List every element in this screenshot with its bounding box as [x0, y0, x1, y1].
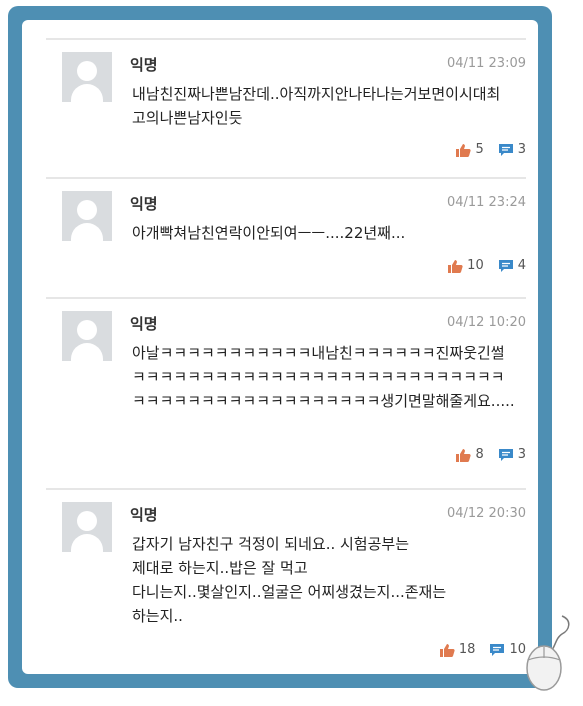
frame: 익명 04/11 23:09 내남친진짜나쁜남잔데..아직까지안나타나는거보면이…	[8, 6, 552, 688]
comment-author: 익명	[130, 56, 158, 74]
like-count: 5	[475, 142, 484, 157]
like-count: 8	[475, 447, 484, 462]
speech-bubble-icon[interactable]	[489, 643, 505, 657]
like-count: 10	[467, 258, 484, 273]
comment-stats: 8 3	[455, 447, 526, 462]
comment-text-line: 다니는지..몇살인지..얼굴은 어찌생겼는지...존재는	[132, 583, 447, 601]
comment-author: 익명	[130, 315, 158, 333]
comment-time: 04/12 20:30	[446, 506, 526, 521]
comment-stats: 5 3	[455, 142, 526, 157]
avatar	[62, 191, 112, 241]
comment-text-line: 갑자기 남자친구 걱정이 되네요.. 시험공부는	[132, 535, 410, 553]
reply-count: 3	[517, 447, 526, 462]
comment-text-line: 제대로 하는지..밥은 잘 먹고	[132, 559, 308, 577]
reply-count: 4	[517, 258, 526, 273]
thumbs-up-icon[interactable]	[455, 143, 472, 157]
comment-item: 익명 04/12 10:20 아날ㅋㅋㅋㅋㅋㅋㅋㅋㅋㅋㅋ내남친ㅋㅋㅋㅋㅋㅋ진짜웃…	[46, 297, 526, 469]
comment-list: 익명 04/11 23:09 내남친진짜나쁜남잔데..아직까지안나타나는거보면이…	[22, 20, 538, 674]
speech-bubble-icon[interactable]	[498, 143, 514, 157]
comment-text: 아날ㅋㅋㅋㅋㅋㅋㅋㅋㅋㅋㅋ내남친ㅋㅋㅋㅋㅋㅋ진짜웃긴썰ㅋㅋㅋㅋㅋㅋㅋㅋㅋㅋㅋㅋㅋ…	[132, 344, 515, 410]
comment-text: 내남친진짜나쁜남잔데..아직까지안나타나는거보면이시대최고의나쁜남자인듯	[132, 85, 501, 127]
comment-stats: 10 4	[447, 258, 526, 273]
comment-stats: 18 10	[439, 642, 526, 657]
speech-bubble-icon[interactable]	[498, 259, 514, 273]
comment-author: 익명	[130, 506, 158, 524]
comment-item: 익명 04/12 20:30 갑자기 남자친구 걱정이 되네요.. 시험공부는 …	[46, 488, 526, 670]
speech-bubble-icon[interactable]	[498, 448, 514, 462]
mouse-icon	[526, 615, 570, 691]
comment-text: 갑자기 남자친구 걱정이 되네요.. 시험공부는 제대로 하는지..밥은 잘 먹…	[132, 532, 522, 628]
comment-text-line: 하는지..	[132, 607, 183, 625]
thumbs-up-icon[interactable]	[455, 448, 472, 462]
comment-time: 04/11 23:09	[446, 56, 526, 71]
comment-item: 익명 04/11 23:24 아개빡쳐남친연락이안되여ㅡㅡ....22년째...…	[46, 177, 526, 283]
comment-text: 아개빡쳐남친연락이안되여ㅡㅡ....22년째...	[132, 224, 406, 242]
thumbs-up-icon[interactable]	[439, 643, 455, 657]
like-count: 18	[458, 642, 476, 657]
comment-time: 04/11 23:24	[446, 195, 526, 210]
avatar	[62, 311, 112, 361]
thumbs-up-icon[interactable]	[447, 259, 463, 273]
avatar	[62, 502, 112, 552]
comment-author: 익명	[130, 195, 158, 213]
comment-time: 04/12 10:20	[446, 315, 526, 330]
avatar	[62, 52, 112, 102]
reply-count: 3	[517, 142, 526, 157]
comment-item: 익명 04/11 23:09 내남친진짜나쁜남잔데..아직까지안나타나는거보면이…	[46, 38, 526, 168]
